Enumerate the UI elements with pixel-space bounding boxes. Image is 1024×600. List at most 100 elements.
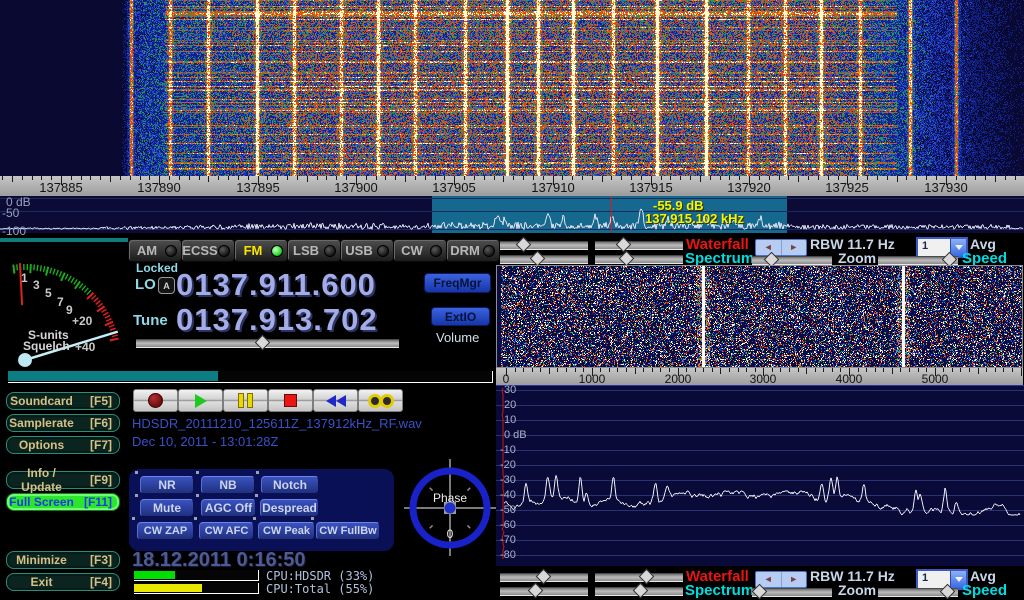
cw-fullbw-button[interactable]: CW FullBw — [316, 522, 380, 540]
s-meter-tick-label: 5 — [45, 287, 52, 299]
waterfall-contrast-slider-2[interactable] — [595, 573, 683, 582]
record-button[interactable] — [133, 389, 178, 412]
waterfall-brightness-slider-2[interactable] — [500, 573, 588, 582]
spectrum-contrast-slider[interactable] — [595, 255, 683, 264]
minimize-button[interactable]: Minimize[F3] — [6, 551, 120, 569]
spectrum-contrast-slider-2[interactable] — [595, 587, 683, 596]
slider-thumb[interactable] — [633, 583, 649, 599]
rbw-up-arrow[interactable]: ► — [782, 572, 807, 587]
speed-slider[interactable] — [878, 256, 958, 265]
rf-scale-label: 137905 — [432, 180, 475, 195]
strip-db-label: -100 — [2, 224, 26, 238]
zoom-slider[interactable] — [752, 256, 832, 265]
avg-dropdown-2[interactable]: 1 — [916, 569, 968, 590]
mode-button-drm[interactable]: DRM — [446, 239, 500, 262]
full-screen-button[interactable]: Full Screen[F11] — [6, 493, 120, 511]
record-icon — [148, 393, 163, 408]
soundcard-button[interactable]: Soundcard[F5] — [6, 392, 120, 410]
rf-scale-label: 137900 — [334, 180, 377, 195]
audio-scale-label: 2000 — [665, 372, 692, 386]
cpu-total-bar-fill — [134, 584, 202, 592]
waterfall-brightness-slider[interactable] — [500, 241, 588, 250]
mode-button-lsb[interactable]: LSB — [287, 239, 341, 262]
rf-scale-label: 137895 — [236, 180, 279, 195]
phase-zero-label: 0 — [447, 528, 454, 540]
mode-button-fm[interactable]: FM — [234, 239, 288, 262]
loop-button[interactable] — [358, 389, 403, 412]
slider-thumb[interactable] — [530, 251, 546, 267]
audio-db-label: -80 — [500, 550, 516, 561]
tune-frequency-value[interactable]: 0137.913.702 — [176, 304, 378, 335]
cw-peak-button[interactable]: CW Peak — [258, 522, 315, 540]
audio-db-label: -10 — [500, 445, 516, 456]
despread-button[interactable]: Despread — [260, 499, 319, 517]
pause-button[interactable] — [223, 389, 268, 412]
samplerate-button[interactable]: Samplerate[F6] — [6, 414, 120, 432]
cw-zap-button[interactable]: CW ZAP — [137, 522, 194, 540]
volume-slider-thumb[interactable] — [255, 335, 271, 351]
cpu-total-bar — [134, 583, 259, 594]
rf-spectrum-display[interactable] — [0, 196, 1024, 233]
exit-button[interactable]: Exit[F4] — [6, 573, 120, 591]
mode-button-usb[interactable]: USB — [340, 239, 394, 262]
waterfall-contrast-slider[interactable] — [595, 241, 683, 250]
rbw-spin-control[interactable]: ◄► — [755, 239, 807, 256]
options-button[interactable]: Options[F7] — [6, 436, 120, 454]
stop-button[interactable] — [268, 389, 313, 412]
slider-thumb[interactable] — [619, 251, 635, 267]
audio-db-label: -40 — [500, 490, 516, 501]
slider-thumb[interactable] — [516, 237, 532, 253]
s-meter-tick-label: 1 — [21, 272, 28, 284]
audio-db-label: -50 — [500, 505, 516, 516]
agc-button[interactable]: AGC Off — [201, 499, 256, 517]
progress-bar[interactable] — [8, 371, 493, 383]
clock-display: 18.12.2011 0:16:50 — [132, 550, 306, 570]
spectrum-controls-label: Spectrum — [685, 251, 754, 266]
mode-button-ecss[interactable]: ECSS — [181, 239, 235, 262]
rbw-spin-control-2[interactable]: ◄► — [755, 571, 807, 588]
volume-slider[interactable] — [136, 339, 399, 348]
cpu-total-text: CPU:Total (55%) — [266, 582, 374, 596]
spectrum-brightness-slider-2[interactable] — [500, 587, 588, 596]
mode-button-cw[interactable]: CW — [393, 239, 447, 262]
speed-slider-2[interactable] — [878, 588, 958, 597]
freqmgr-button[interactable]: FreqMgr — [424, 273, 491, 293]
volume-label: Volume — [436, 331, 479, 344]
rf-waterfall-display[interactable] — [0, 0, 1024, 176]
rewind-button[interactable] — [313, 389, 358, 412]
rf-scale-label: 137925 — [825, 180, 868, 195]
info-update-button[interactable]: Info / Update[F9] — [6, 471, 120, 489]
slider-thumb[interactable] — [528, 583, 544, 599]
audio-spectrum-display[interactable] — [496, 385, 1024, 566]
notch-button[interactable]: Notch — [261, 476, 319, 494]
meter-top-divider — [0, 238, 128, 242]
audio-waterfall-display[interactable] — [497, 266, 1022, 367]
rbw-label-2: RBW 11.7 Hz — [810, 569, 895, 583]
cw-afc-button[interactable]: CW AFC — [199, 522, 254, 540]
cpu-hdsdr-bar-fill — [134, 571, 175, 579]
zoom-slider-2[interactable] — [752, 588, 832, 597]
avg-dropdown[interactable]: 1 — [916, 237, 968, 258]
slider-thumb[interactable] — [616, 237, 632, 253]
stop-icon — [284, 394, 297, 407]
zoom-label: Zoom — [838, 251, 876, 265]
pause-icon — [238, 393, 253, 408]
lo-frequency-value[interactable]: 0137.911.600 — [176, 269, 376, 300]
nb-button[interactable]: NB — [201, 476, 255, 494]
slider-thumb[interactable] — [536, 569, 552, 585]
play-button[interactable] — [178, 389, 223, 412]
audio-db-label: -70 — [500, 535, 516, 546]
mode-led — [483, 245, 495, 257]
mute-button[interactable]: Mute — [140, 499, 194, 517]
audio-db-label: -60 — [500, 520, 516, 531]
mode-led — [165, 245, 177, 257]
slider-thumb[interactable] — [639, 569, 655, 585]
nr-button[interactable]: NR — [140, 476, 194, 494]
phase-label: Phase — [433, 492, 467, 504]
mode-button-am[interactable]: AM — [128, 239, 182, 262]
rbw-up-arrow[interactable]: ► — [782, 240, 807, 255]
spectrum-brightness-slider[interactable] — [500, 255, 588, 264]
lo-lock-button[interactable]: A — [158, 277, 175, 294]
audio-db-label: 20 — [504, 400, 516, 411]
extio-button[interactable]: ExtIO — [431, 307, 490, 326]
